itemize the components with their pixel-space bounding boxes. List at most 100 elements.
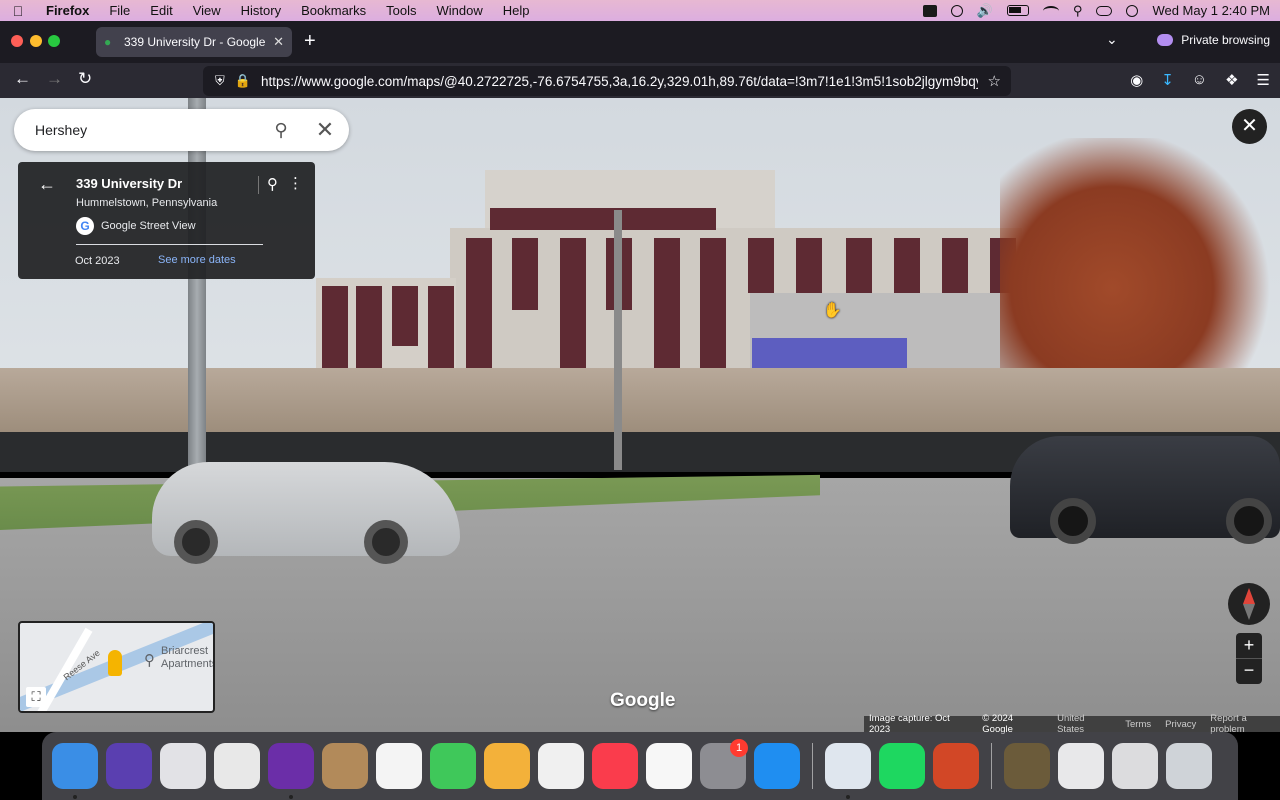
control-center-icon[interactable] (1096, 5, 1113, 16)
building-window (322, 286, 348, 381)
play-icon[interactable] (950, 4, 963, 17)
dock-pages[interactable] (480, 739, 534, 793)
window-minimize-button[interactable] (30, 35, 42, 47)
menubar-clock[interactable]: Wed May 1 2:40 PM (1152, 3, 1270, 18)
dock-launchpad[interactable] (156, 739, 210, 793)
dock-preview[interactable] (821, 739, 875, 799)
apple-menu-icon[interactable]:  (0, 3, 36, 19)
dock-chrome[interactable] (210, 739, 264, 793)
dock-music[interactable] (588, 739, 642, 793)
tab-google-maps[interactable]: ● 339 University Dr - Google Maps ✕ (96, 27, 292, 57)
url-bar[interactable]: ⛨ 🔒 https://www.google.com/maps/@40.2722… (203, 66, 1011, 96)
close-street-view-button[interactable]: ✕ (1232, 109, 1267, 144)
car-wheel (1226, 498, 1272, 544)
menu-hamburger-icon[interactable]: ☰ (1257, 71, 1270, 89)
extensions-icon[interactable]: ❖ (1225, 71, 1238, 89)
menu-tools[interactable]: Tools (376, 3, 426, 18)
more-options-icon[interactable]: ⋮ (288, 174, 303, 192)
reload-button[interactable]: ↻ (78, 69, 92, 89)
location-pin-icon[interactable]: ⚲ (267, 175, 278, 193)
forward-button[interactable]: → (46, 69, 63, 89)
expand-map-icon[interactable]: ⛶ (26, 687, 46, 707)
zoom-out-button[interactable]: − (1236, 658, 1262, 683)
compass-button[interactable] (1228, 583, 1270, 625)
dock-firefox[interactable] (264, 739, 318, 799)
running-indicator (289, 795, 293, 799)
search-input[interactable]: Hershey (35, 122, 267, 138)
silver-sedan (152, 462, 460, 564)
url-text[interactable]: https://www.google.com/maps/@40.2722725,… (261, 74, 978, 89)
dock-siri[interactable] (102, 739, 156, 793)
black-suv (1010, 436, 1280, 544)
place-title: 339 University Dr (76, 176, 183, 191)
siri-icon[interactable] (1126, 4, 1139, 17)
volume-icon[interactable]: 🔊 (977, 3, 993, 19)
menu-history[interactable]: History (231, 3, 291, 18)
dock-trash[interactable] (1162, 739, 1216, 793)
building-window (846, 238, 872, 293)
menu-view[interactable]: View (183, 3, 231, 18)
downloads-icon[interactable]: ↧ (1161, 71, 1174, 89)
browser-navbar: ← → ↻ ⛨ 🔒 https://www.google.com/maps/@4… (0, 63, 1280, 98)
clear-search-icon[interactable]: ✕ (311, 116, 339, 144)
dock-spotify[interactable] (875, 739, 929, 793)
window-close-button[interactable] (11, 35, 23, 47)
poi-pin-icon[interactable]: ⚲ (144, 651, 155, 669)
list-all-tabs-icon[interactable]: ⌄ (1106, 31, 1118, 48)
search-icon[interactable]: ⚲ (267, 116, 295, 144)
place-subtitle: Hummelstown, Pennsylvania (76, 197, 218, 209)
spotlight-search-icon[interactable]: ⚲ (1073, 3, 1083, 19)
maps-footer: Image capture: Oct 2023 © 2024 Google Un… (864, 713, 1280, 735)
dock-numbers[interactable] (534, 739, 588, 793)
google-watermark: Google (610, 690, 676, 711)
tab-close-icon[interactable]: ✕ (273, 34, 284, 50)
new-tab-button[interactable]: + (304, 30, 316, 53)
mini-map[interactable]: Reese Ave ⚲ Briarcrest Apartments ⛶ (18, 621, 215, 713)
dock-photos[interactable] (372, 739, 426, 793)
dock-screenshot-stack-2[interactable] (1108, 739, 1162, 793)
terms-link[interactable]: Terms (1125, 719, 1151, 730)
menu-bookmarks[interactable]: Bookmarks (291, 3, 376, 18)
dock-powerpoint[interactable] (929, 739, 983, 793)
menu-edit[interactable]: Edit (140, 3, 182, 18)
battery-icon[interactable] (1006, 5, 1029, 16)
screen-share-icon[interactable] (922, 4, 937, 17)
zoom-in-button[interactable]: + (1236, 633, 1262, 658)
dock-system-settings[interactable]: 1 (696, 739, 750, 793)
street-lamp (614, 210, 622, 470)
hand-cursor-icon: ✋ (823, 302, 842, 319)
see-more-dates-link[interactable]: See more dates (158, 254, 236, 266)
pegman-icon[interactable] (108, 650, 122, 676)
dock-app-store[interactable] (750, 739, 804, 793)
back-arrow-icon[interactable]: ← (38, 174, 56, 195)
maps-search-box[interactable]: Hershey ⚲ ✕ (14, 109, 349, 151)
dock-messages[interactable] (426, 739, 480, 793)
privacy-link[interactable]: Privacy (1165, 719, 1196, 730)
street-view-info-card: ← 339 University Dr Hummelstown, Pennsyl… (18, 162, 315, 279)
menu-window[interactable]: Window (427, 3, 493, 18)
back-button[interactable]: ← (14, 69, 31, 89)
lock-icon[interactable]: 🔒 (235, 73, 251, 89)
chrome-icon (214, 743, 260, 789)
account-icon[interactable]: ☺ (1192, 71, 1207, 89)
dock-news[interactable] (642, 739, 696, 793)
building-window (942, 238, 968, 293)
menu-app-firefox[interactable]: Firefox (36, 3, 99, 18)
dock-downloads-stack[interactable] (1000, 739, 1054, 793)
window-zoom-button[interactable] (48, 35, 60, 47)
menu-help[interactable]: Help (493, 3, 540, 18)
car-wheel (364, 520, 408, 564)
maps-pin-icon: ● (104, 35, 112, 49)
pocket-icon[interactable]: ◉ (1130, 71, 1143, 89)
wifi-icon[interactable] (1042, 5, 1059, 16)
private-browsing-label: Private browsing (1181, 33, 1270, 47)
messages-icon (430, 743, 476, 789)
bookmark-star-icon[interactable]: ☆ (988, 72, 1001, 90)
dock-contacts[interactable] (318, 739, 372, 793)
tracking-protection-icon[interactable]: ⛨ (215, 73, 225, 89)
dock-finder[interactable] (48, 739, 102, 799)
dock-screenshot-stack-1[interactable] (1054, 739, 1108, 793)
map-poi-label[interactable]: Briarcrest Apartments (161, 645, 213, 671)
launchpad-icon (160, 743, 206, 789)
menu-file[interactable]: File (99, 3, 140, 18)
